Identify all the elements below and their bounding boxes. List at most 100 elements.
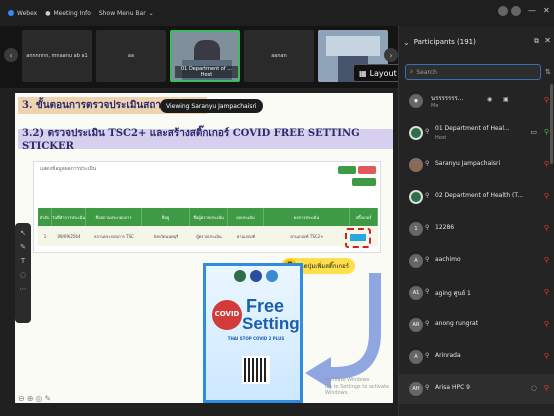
qr-code-icon [242, 356, 270, 384]
curved-arrow-icon [305, 273, 381, 389]
unmuted-mic-icon[interactable]: ⚲ [544, 128, 549, 136]
muted-mic-icon[interactable]: ⚲ [544, 160, 549, 168]
minimize-button[interactable]: — [528, 6, 536, 15]
participant-row[interactable]: ⚲ 01 Department of Heal... Host ▭ ⚲ [399, 118, 554, 148]
close-icon[interactable]: ✕ [544, 36, 551, 45]
thumb-name: annnnnn, mnaanu ab a1 [26, 53, 88, 59]
thumb-name: aanan [271, 53, 287, 59]
muted-mic-icon[interactable]: ⚲ [544, 192, 549, 200]
video-thumb[interactable]: aa [96, 30, 166, 82]
participant-row[interactable]: A ⚲ aachimo ⚲ [399, 246, 554, 276]
table-row: 1 09/09/2564 สถานประกอบการ TSC จังหวัดนน… [38, 226, 378, 246]
participant-name: aging ศูนย์ 1 [435, 290, 471, 297]
participant-row[interactable]: ⚲ Saranyu Jampachaisri ⚲ [399, 150, 554, 180]
table-header: ลำดับ วันที่ทำการประเมิน ชื่อสถานประกอบก… [38, 208, 378, 226]
participant-row[interactable]: A1 ⚲ aging ศูนย์ 1 ⚲ [399, 278, 554, 308]
strip-prev-button[interactable]: ‹ [4, 48, 18, 62]
muted-mic-icon[interactable]: ⚲ [544, 288, 549, 296]
participant-row[interactable]: ◉ นรรรรรรร... Me ◉ ▣ ⚲ [399, 86, 554, 116]
col-header: ชื่อผู้ตรวจประเมิน [190, 208, 228, 226]
table-cell: 1 [43, 233, 47, 239]
muted-mic-icon[interactable]: ⚲ [544, 96, 549, 104]
camera-icon[interactable]: ▭ [530, 128, 537, 136]
agency-logo-icon [250, 270, 262, 282]
initial-icon: A1 [409, 286, 423, 300]
table-cell: ผ่านเกณฑ์ TSC2+ [290, 233, 324, 239]
pen-icon[interactable]: ✎ [15, 243, 31, 251]
filter-icon[interactable]: ⇅ [545, 68, 551, 76]
thumb-caption: 01 Department of ... Host [175, 66, 238, 78]
table-cell: สถานประกอบการ TSC [94, 233, 134, 239]
muted-mic-icon[interactable]: ⚲ [544, 352, 549, 360]
camera-icon[interactable]: ◌ [531, 384, 537, 392]
form-green-button-2 [352, 178, 376, 186]
participant-name: นรรรรรรร... [431, 95, 464, 102]
close-button[interactable]: ✕ [543, 6, 550, 15]
form-title: แสดงข้อมูลผลการประเมิน [40, 166, 97, 172]
participant-role: Me [431, 103, 439, 109]
mic-icon: ⚲ [425, 224, 430, 231]
participant-row[interactable]: 1 ⚲ 12286 ⚲ [399, 214, 554, 244]
sticker-setting-text: Setting [242, 314, 300, 333]
mute-status-icon: ◉ [487, 96, 493, 103]
meeting-info-button[interactable]: ● Meeting Info [45, 10, 91, 17]
muted-mic-icon[interactable]: ⚲ [544, 224, 549, 232]
initial-icon: AR [409, 318, 423, 332]
settings-icon[interactable] [498, 6, 508, 16]
video-thumb[interactable]: aanan [244, 30, 314, 82]
show-menu-bar-button[interactable]: Show Menu Bar ⌄ [99, 10, 154, 17]
zoom-out-icon[interactable]: ⊖ [18, 394, 27, 403]
video-thumb-active[interactable]: 01 Department of ... Host [170, 30, 240, 82]
panel-header: ⌄ Participants (191) ⧉ ✕ [399, 26, 554, 58]
pointer-icon[interactable]: ↖ [15, 229, 31, 237]
moph-logo-icon [234, 270, 246, 282]
participant-name: Arisa HPC 9 [435, 384, 470, 391]
layout-icon: ▦ [359, 68, 367, 78]
strip-next-button[interactable]: › [384, 48, 398, 62]
layout-button[interactable]: ▦ Layout [353, 64, 403, 82]
text-icon[interactable]: T [15, 257, 31, 265]
more-icon[interactable]: ⋯ [15, 285, 31, 293]
info-icon: ● [45, 9, 51, 17]
sticker-thai-line: THAI STOP COVID 2 PLUS [227, 336, 285, 341]
chevron-down-icon[interactable]: ⌄ [403, 38, 410, 47]
initial-icon: A [409, 350, 423, 364]
webex-window: Webex ● Meeting Info Show Menu Bar ⌄ — ✕ ‹… [0, 0, 554, 416]
muted-mic-icon[interactable]: ⚲ [544, 384, 549, 392]
mic-icon: ⚲ [425, 320, 430, 327]
profile-icon[interactable] [511, 6, 521, 16]
eraser-icon[interactable]: ◌ [15, 271, 31, 279]
mic-icon: ⚲ [425, 288, 430, 295]
search-icon: ⌕ [410, 68, 414, 75]
participant-name: anong rungrat [435, 320, 479, 327]
layout-label: Layout [369, 68, 397, 78]
mic-icon: ⚲ [425, 128, 430, 135]
form-green-button [338, 166, 356, 174]
webex-menu[interactable]: Webex [8, 10, 37, 17]
mic-icon: ⚲ [425, 352, 430, 359]
pop-out-icon[interactable]: ⧉ [534, 37, 539, 46]
chevron-right-icon: › [389, 50, 393, 60]
participant-row[interactable]: AH ⚲ Arisa HPC 9 ◌ ⚲ [399, 374, 554, 404]
table-cell: 09/09/2564 [57, 233, 81, 239]
chevron-left-icon: ‹ [9, 50, 13, 60]
activate-windows-watermark: Activate Windows Go to Settings to activ… [325, 377, 393, 397]
video-thumb[interactable]: annnnnn, mnaanu ab a1 [22, 30, 92, 82]
bottom-controls: ⊖⊕◎✎ [18, 394, 53, 403]
search-input[interactable]: ⌕ Search [405, 64, 541, 80]
participant-row[interactable]: ⚲ 02 Department of Health (T... ⚲ [399, 182, 554, 212]
participant-row[interactable]: A ⚲ Arinrada ⚲ [399, 342, 554, 372]
panel-title: Participants (191) [413, 38, 476, 46]
col-header: วันที่ทำการประเมิน [52, 208, 86, 226]
mic-icon: ⚲ [425, 256, 430, 263]
muted-mic-icon[interactable]: ⚲ [544, 256, 549, 264]
participant-name: 02 Department of Health (T... [435, 192, 524, 199]
participant-row[interactable]: AR ⚲ anong rungrat ⚲ [399, 310, 554, 340]
viewing-indicator: Viewing Saranyu Jampachaisri [160, 99, 263, 113]
chevron-down-icon: ⌄ [148, 9, 154, 17]
participant-name: 12286 [435, 224, 455, 231]
annotation-toolbar: ↖ ✎ T ◌ ⋯ [15, 223, 31, 323]
annotate-icon[interactable]: ✎ [44, 394, 53, 403]
col-header: ผลการประเมิน [264, 208, 350, 226]
muted-mic-icon[interactable]: ⚲ [544, 320, 549, 328]
